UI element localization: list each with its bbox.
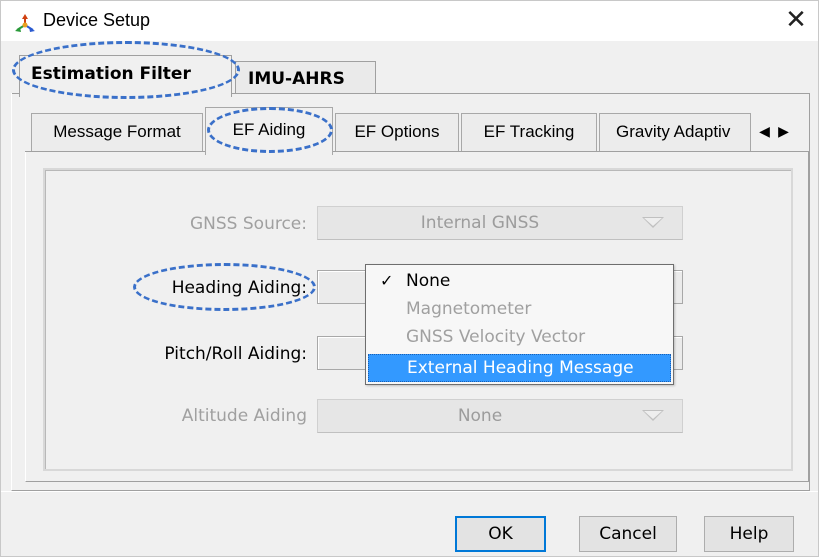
- tab-ef-options[interactable]: EF Options: [335, 113, 459, 151]
- tab-scroll-left-icon[interactable]: ◀: [756, 121, 773, 141]
- tab-label: EF Aiding: [232, 120, 306, 139]
- altitude-aiding-value: None: [457, 406, 503, 426]
- tab-ef-aiding[interactable]: EF Aiding: [205, 107, 333, 155]
- dropdown-option-none[interactable]: ✓ None: [368, 268, 671, 296]
- button-bar-divider: [1, 491, 818, 492]
- tab-label: EF Tracking: [483, 122, 575, 141]
- dropdown-option-gnss-velocity-vector: GNSS Velocity Vector: [368, 324, 671, 352]
- tab-imu-ahrs[interactable]: IMU-AHRS: [235, 61, 376, 93]
- pitch-roll-aiding-label: Pitch/Roll Aiding:: [164, 344, 307, 364]
- close-icon[interactable]: ✕: [774, 1, 818, 41]
- tab-label: Gravity Adaptiv: [616, 122, 731, 141]
- heading-aiding-label: Heading Aiding:: [171, 278, 307, 298]
- tab-ef-tracking[interactable]: EF Tracking: [461, 113, 597, 151]
- device-setup-icon: [14, 14, 36, 34]
- gnss-source-value: Internal GNSS: [420, 213, 540, 233]
- window-title: Device Setup: [43, 10, 151, 30]
- ok-button[interactable]: OK: [455, 516, 546, 552]
- device-setup-window: Device Setup ✕ Estimation Filter IMU-AHR…: [0, 0, 819, 557]
- altitude-aiding-select[interactable]: None: [317, 399, 683, 433]
- help-button[interactable]: Help: [704, 516, 794, 552]
- tab-label: Message Format: [53, 122, 181, 141]
- tab-label: IMU-AHRS: [248, 69, 345, 89]
- tab-gravity-adaptive[interactable]: Gravity Adaptiv: [599, 113, 751, 151]
- heading-aiding-dropdown: ✓ None Magnetometer GNSS Velocity Vector…: [365, 264, 674, 385]
- chevron-down-icon: [642, 410, 664, 421]
- option-label: None: [406, 271, 451, 291]
- chevron-down-icon: [642, 217, 664, 228]
- gnss-source-select[interactable]: Internal GNSS: [317, 206, 683, 240]
- checkmark-icon: ✓: [380, 271, 394, 290]
- tab-scroll-right-icon[interactable]: ▶: [775, 121, 792, 141]
- dropdown-option-magnetometer: Magnetometer: [368, 296, 671, 324]
- gnss-source-label: GNSS Source:: [190, 214, 307, 234]
- title-bar[interactable]: Device Setup ✕: [1, 1, 818, 41]
- option-label: Magnetometer: [406, 299, 532, 319]
- option-label: External Heading Message: [407, 358, 634, 378]
- dropdown-option-external-heading-message[interactable]: External Heading Message: [368, 354, 671, 382]
- tab-label: EF Options: [354, 122, 440, 141]
- tab-estimation-filter[interactable]: Estimation Filter: [19, 55, 232, 97]
- tab-label: Estimation Filter: [31, 64, 191, 84]
- option-label: GNSS Velocity Vector: [406, 327, 586, 347]
- tab-message-format[interactable]: Message Format: [31, 113, 203, 151]
- cancel-button[interactable]: Cancel: [579, 516, 677, 552]
- altitude-aiding-label: Altitude Aiding: [181, 406, 307, 426]
